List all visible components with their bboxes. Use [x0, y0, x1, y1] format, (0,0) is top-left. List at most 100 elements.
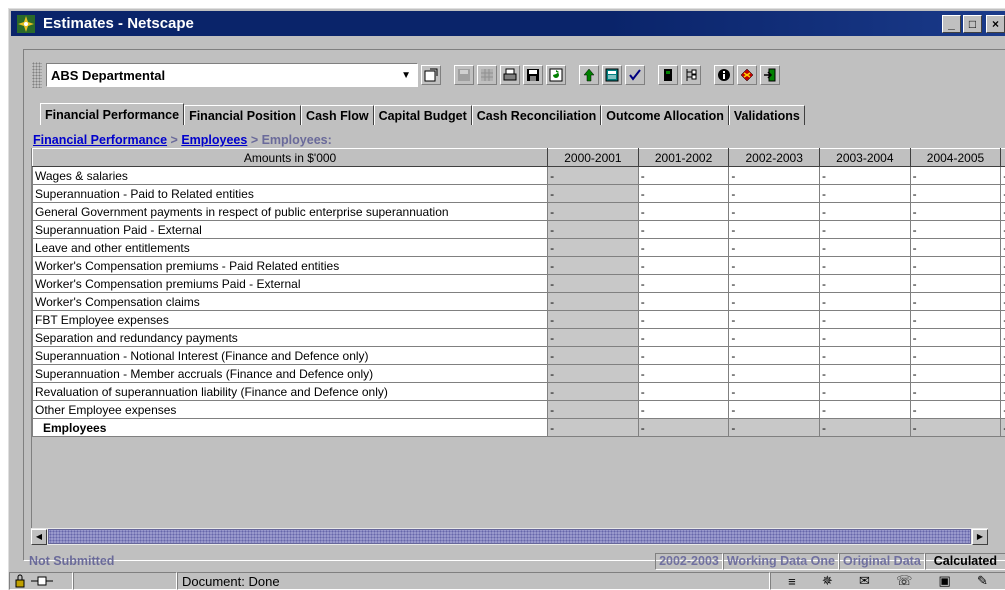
value-cell[interactable]: - [637, 220, 730, 239]
value-cell[interactable]: - [819, 274, 911, 293]
value-cell[interactable]: - [1000, 292, 1005, 311]
value-cell[interactable]: - [637, 310, 730, 329]
value-cell[interactable]: - [547, 220, 639, 239]
tab-financial-performance[interactable]: Financial Performance [40, 103, 185, 125]
breadcrumb-financial-performance[interactable]: Financial Performance [33, 133, 167, 147]
value-cell[interactable]: - [1000, 328, 1005, 347]
value-cell[interactable]: - [728, 238, 821, 257]
column-header-year[interactable]: 2004-2005 [909, 148, 1002, 167]
value-cell[interactable]: - [1000, 400, 1005, 419]
print-icon[interactable] [500, 65, 520, 85]
upload-icon[interactable] [579, 65, 599, 85]
tab-capital-budget[interactable]: Capital Budget [373, 105, 472, 125]
scroll-left-button[interactable]: ◀ [31, 528, 47, 545]
value-cell[interactable]: - [909, 256, 1002, 275]
value-cell[interactable]: - [547, 346, 639, 365]
close-button[interactable]: × [986, 14, 1005, 33]
value-cell[interactable]: - [547, 184, 639, 203]
value-cell[interactable]: - [637, 238, 730, 257]
value-cell[interactable]: - [637, 364, 730, 383]
value-cell[interactable]: - [819, 346, 911, 365]
tab-validations[interactable]: Validations [728, 105, 805, 125]
book-icon[interactable] [658, 65, 678, 85]
value-cell[interactable]: - [728, 400, 821, 419]
value-cell[interactable]: - [547, 364, 639, 383]
value-cell[interactable]: - [819, 166, 911, 185]
value-cell[interactable]: - [547, 328, 639, 347]
discussion-icon[interactable]: ☏ [896, 573, 912, 589]
column-header-year[interactable]: 2002-2003 [728, 148, 821, 167]
value-cell[interactable]: - [637, 256, 730, 275]
value-cell[interactable]: - [728, 310, 821, 329]
value-cell[interactable]: - [547, 310, 639, 329]
tab-outcome-allocation[interactable]: Outcome Allocation [601, 105, 729, 125]
value-cell[interactable]: - [909, 310, 1002, 329]
column-header-year[interactable]: 2001-2002 [637, 148, 730, 167]
value-cell[interactable]: - [909, 166, 1002, 185]
disk-icon[interactable] [523, 65, 543, 85]
value-cell[interactable]: - [547, 238, 639, 257]
value-cell[interactable]: - [909, 328, 1002, 347]
value-cell[interactable]: - [909, 202, 1002, 221]
value-cell[interactable]: - [909, 400, 1002, 419]
toolbar-grip[interactable] [32, 62, 42, 88]
value-cell[interactable]: - [909, 292, 1002, 311]
value-cell[interactable]: - [1000, 382, 1005, 401]
value-cell[interactable]: - [819, 382, 911, 401]
value-cell[interactable]: - [728, 274, 821, 293]
column-header-year[interactable]: 2000-2001 [547, 148, 639, 167]
horizontal-scrollbar[interactable]: ◀ ▶ [31, 528, 988, 545]
value-cell[interactable]: - [728, 382, 821, 401]
value-cell[interactable]: - [819, 256, 911, 275]
scroll-right-button[interactable]: ▶ [972, 528, 988, 545]
value-cell[interactable]: - [637, 328, 730, 347]
composer-icon[interactable]: ▣ [939, 573, 951, 589]
scroll-thumb[interactable] [48, 529, 971, 544]
value-cell[interactable]: - [547, 400, 639, 419]
value-cell[interactable]: - [1000, 202, 1005, 221]
value-cell[interactable]: - [819, 292, 911, 311]
exit-icon[interactable] [760, 65, 780, 85]
value-cell[interactable]: - [728, 202, 821, 221]
value-cell[interactable]: - [909, 220, 1002, 239]
mail-icon[interactable]: ✉ [859, 573, 870, 589]
value-cell[interactable]: - [819, 400, 911, 419]
value-cell[interactable]: - [637, 202, 730, 221]
value-cell[interactable]: - [637, 346, 730, 365]
value-cell[interactable]: - [637, 166, 730, 185]
properties-icon[interactable] [421, 65, 441, 85]
value-cell[interactable]: - [637, 382, 730, 401]
minimize-button[interactable]: _ [942, 14, 961, 33]
value-cell[interactable]: - [728, 328, 821, 347]
navigator-icon[interactable]: ✵ [822, 573, 833, 589]
value-cell[interactable]: - [1000, 346, 1005, 365]
column-header-year[interactable]: 2003-2004 [819, 148, 911, 167]
value-cell[interactable]: - [819, 202, 911, 221]
info-icon[interactable] [714, 65, 734, 85]
value-cell[interactable]: - [909, 274, 1002, 293]
value-cell[interactable]: - [1000, 166, 1005, 185]
chevron-down-icon[interactable]: ▼ [401, 70, 411, 81]
value-cell[interactable]: - [637, 184, 730, 203]
value-cell[interactable]: - [547, 166, 639, 185]
column-header-year[interactable]: 2005-2006 [1000, 148, 1005, 167]
tab-cash-flow[interactable]: Cash Flow [301, 105, 374, 125]
value-cell[interactable]: - [819, 184, 911, 203]
entity-select[interactable]: ABS Departmental ▼ [46, 63, 418, 87]
value-cell[interactable]: - [728, 292, 821, 311]
value-cell[interactable]: - [728, 364, 821, 383]
value-cell[interactable]: - [547, 274, 639, 293]
value-cell[interactable]: - [1000, 238, 1005, 257]
value-cell[interactable]: - [1000, 310, 1005, 329]
refresh-icon[interactable] [546, 65, 566, 85]
check-icon[interactable] [625, 65, 645, 85]
column-header-amounts[interactable]: Amounts in $'000 [32, 148, 549, 167]
value-cell[interactable]: - [819, 364, 911, 383]
grid-icon[interactable] [477, 65, 497, 85]
value-cell[interactable]: - [1000, 256, 1005, 275]
value-cell[interactable]: - [909, 364, 1002, 383]
value-cell[interactable]: - [819, 328, 911, 347]
tree-icon[interactable] [681, 65, 701, 85]
value-cell[interactable]: - [547, 256, 639, 275]
value-cell[interactable]: - [909, 382, 1002, 401]
